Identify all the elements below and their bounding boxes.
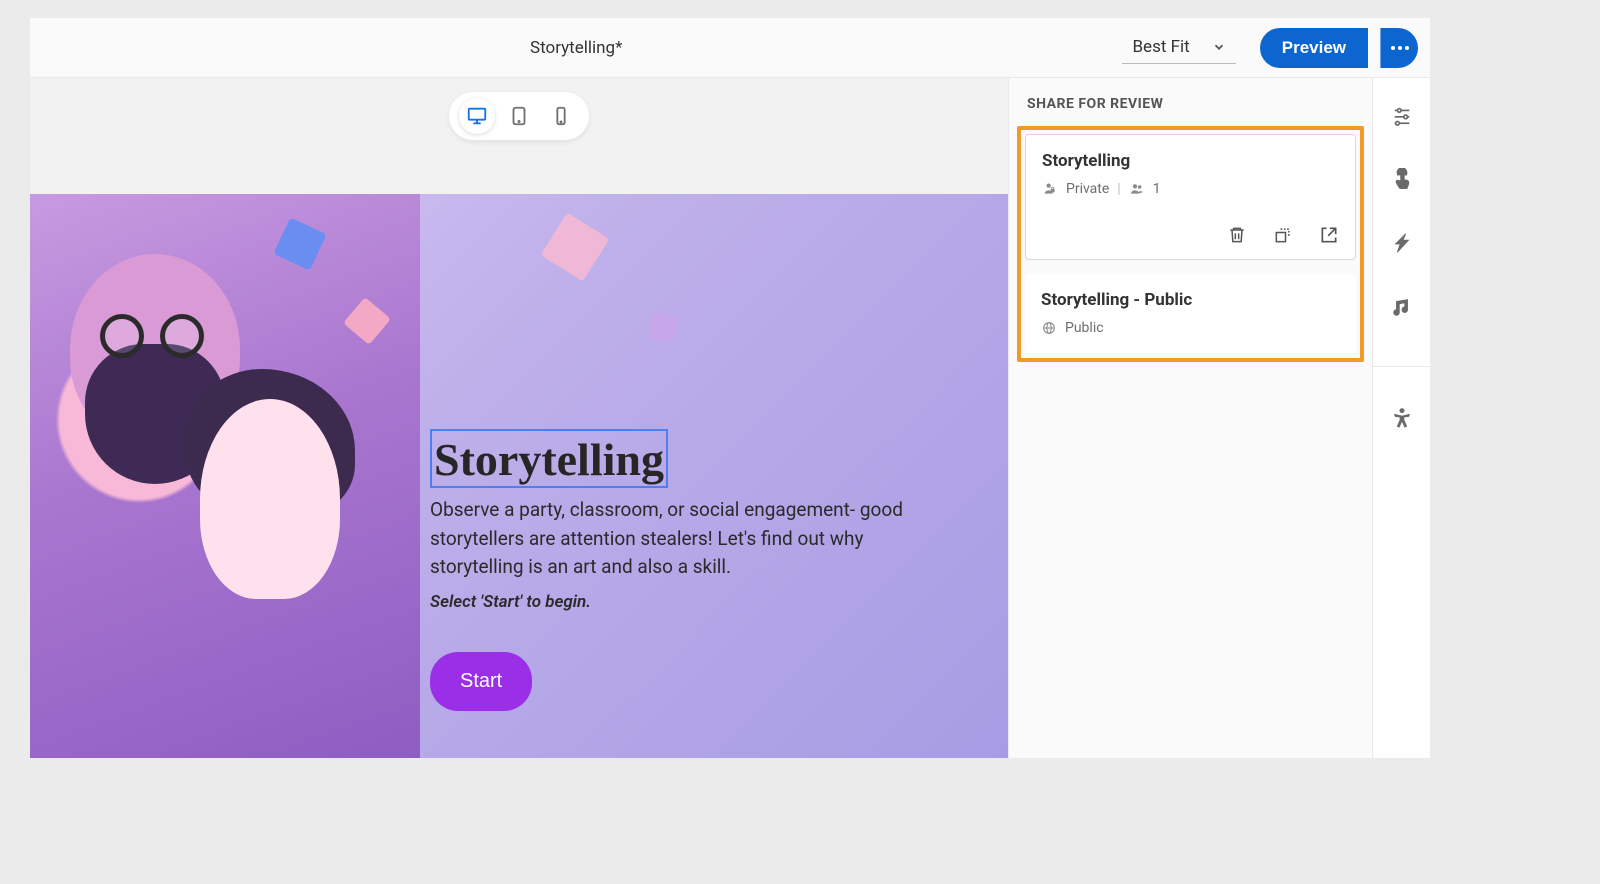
accessibility-icon bbox=[1391, 407, 1413, 429]
share-panel: SHARE FOR REVIEW Storytelling Private | … bbox=[1008, 78, 1372, 758]
slide-hint[interactable]: Select 'Start' to begin. bbox=[430, 592, 978, 612]
rail-audio[interactable] bbox=[1389, 294, 1415, 320]
resize-icon[interactable] bbox=[1273, 225, 1293, 245]
preview-button[interactable]: Preview bbox=[1260, 28, 1368, 68]
share-card-title: Storytelling bbox=[1042, 151, 1339, 171]
open-external-icon[interactable] bbox=[1319, 225, 1339, 245]
rail-triggers[interactable] bbox=[1389, 230, 1415, 256]
document-title: Storytelling* bbox=[530, 38, 622, 58]
app-window: Storytelling* Best Fit Preview bbox=[30, 18, 1430, 758]
device-switcher bbox=[449, 92, 589, 140]
share-highlight: Storytelling Private | 1 S bbox=[1017, 126, 1364, 362]
more-button[interactable] bbox=[1380, 28, 1418, 68]
share-card-public[interactable]: Storytelling - Public Public bbox=[1025, 274, 1356, 354]
slide-heading[interactable]: Storytelling bbox=[434, 433, 664, 486]
device-tablet[interactable] bbox=[501, 98, 537, 134]
desktop-icon bbox=[466, 105, 488, 127]
visibility-label: Public bbox=[1065, 320, 1104, 336]
share-card-actions bbox=[1042, 225, 1339, 245]
music-icon bbox=[1391, 296, 1413, 318]
device-mobile[interactable] bbox=[543, 98, 579, 134]
start-button[interactable]: Start bbox=[430, 652, 532, 711]
rail-properties[interactable] bbox=[1389, 102, 1415, 128]
globe-icon bbox=[1041, 320, 1057, 336]
slide-content: Storytelling Observe a party, classroom,… bbox=[420, 194, 1008, 758]
share-card-title: Storytelling - Public bbox=[1041, 290, 1340, 310]
slide[interactable]: Storytelling Observe a party, classroom,… bbox=[30, 194, 1008, 758]
sliders-icon bbox=[1391, 104, 1413, 126]
rail-accessibility[interactable] bbox=[1389, 405, 1415, 431]
share-card-meta: Private | 1 bbox=[1042, 181, 1339, 197]
right-rail bbox=[1372, 78, 1430, 758]
slide-body[interactable]: Observe a party, classroom, or social en… bbox=[430, 496, 940, 582]
canvas-area: Storytelling Observe a party, classroom,… bbox=[30, 78, 1008, 758]
mobile-icon bbox=[550, 105, 572, 127]
decor-shape bbox=[648, 312, 678, 342]
share-heading: SHARE FOR REVIEW bbox=[1009, 96, 1372, 126]
touch-icon bbox=[1391, 168, 1413, 190]
visibility-label: Private bbox=[1066, 181, 1109, 197]
topbar: Storytelling* Best Fit Preview bbox=[30, 18, 1430, 78]
chevron-down-icon bbox=[1212, 40, 1226, 54]
decor-shape bbox=[541, 213, 610, 282]
illustration bbox=[30, 194, 420, 758]
zoom-select[interactable]: Best Fit bbox=[1122, 31, 1235, 64]
main-area: Storytelling Observe a party, classroom,… bbox=[30, 78, 1430, 758]
rail-divider bbox=[1373, 366, 1430, 367]
viewers-icon bbox=[1129, 181, 1145, 197]
heading-selection[interactable]: Storytelling bbox=[430, 429, 668, 488]
meta-divider: | bbox=[1117, 181, 1120, 197]
tablet-icon bbox=[508, 105, 530, 127]
bolt-icon bbox=[1391, 232, 1413, 254]
more-icon bbox=[1391, 46, 1409, 50]
share-card-meta: Public bbox=[1041, 320, 1340, 336]
private-icon bbox=[1042, 181, 1058, 197]
rail-interactions[interactable] bbox=[1389, 166, 1415, 192]
share-card-private[interactable]: Storytelling Private | 1 bbox=[1025, 134, 1356, 260]
trash-icon[interactable] bbox=[1227, 225, 1247, 245]
device-desktop[interactable] bbox=[459, 98, 495, 134]
viewers-count: 1 bbox=[1153, 181, 1161, 197]
zoom-label: Best Fit bbox=[1132, 37, 1189, 57]
